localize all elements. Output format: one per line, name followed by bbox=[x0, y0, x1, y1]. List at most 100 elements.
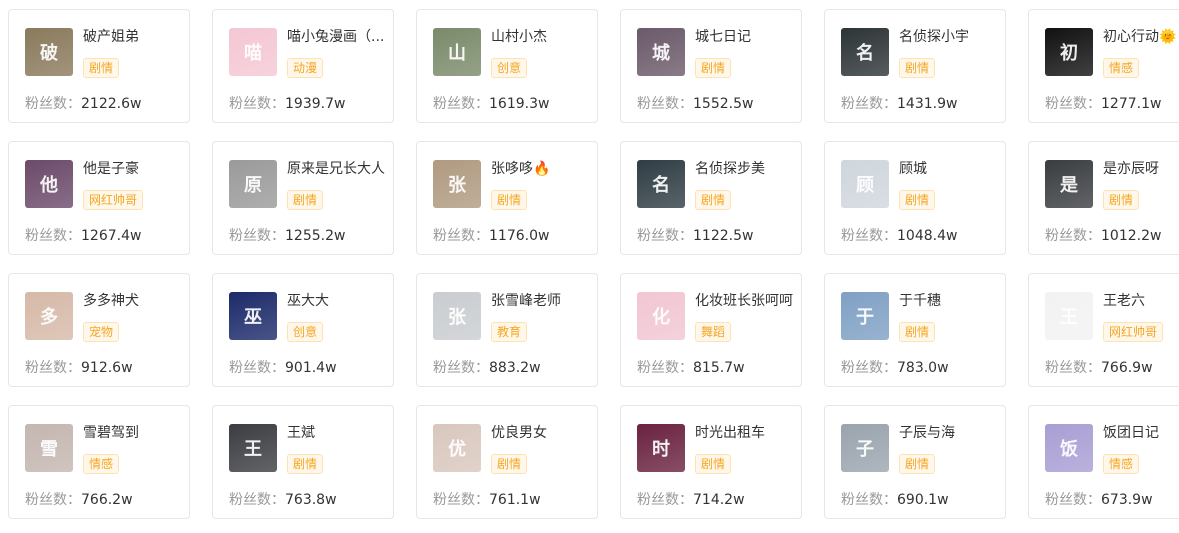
avatar-initial: 张 bbox=[448, 307, 466, 328]
man-photo-avatar[interactable]: 张 bbox=[433, 292, 481, 340]
man-photo-avatar[interactable]: 张 bbox=[433, 160, 481, 208]
influencer-name[interactable]: 顾城 bbox=[899, 160, 1003, 178]
influencer-card[interactable]: 城 城七日记 剧情 粉丝数：1552.5w bbox=[620, 9, 802, 123]
fan-count: 粉丝数：901.4w bbox=[229, 359, 337, 377]
influencer-name[interactable]: 巫大大 bbox=[287, 292, 391, 310]
influencer-name[interactable]: 名侦探步美 bbox=[695, 160, 799, 178]
influencer-card[interactable]: 名 名侦探小宇 剧情 粉丝数：1431.9w bbox=[824, 9, 1006, 123]
fan-count: 粉丝数：1255.2w bbox=[229, 227, 345, 245]
calligraphy-logo-avatar[interactable]: 初 bbox=[1045, 28, 1093, 76]
hooded-figure-avatar[interactable]: 名 bbox=[841, 28, 889, 76]
influencer-card[interactable]: 王 王斌 剧情 粉丝数：763.8w bbox=[212, 405, 394, 519]
category-tag: 剧情 bbox=[695, 454, 732, 474]
category-tag: 情感 bbox=[1103, 454, 1140, 474]
avatar-initial: 喵 bbox=[244, 43, 262, 64]
influencer-card[interactable]: 多 多多神犬 宠物 粉丝数：912.6w bbox=[8, 273, 190, 387]
mystic-figure-avatar[interactable]: 巫 bbox=[229, 292, 277, 340]
fan-count-value: 783.0w bbox=[897, 360, 949, 376]
influencer-name[interactable]: 雪碧驾到 bbox=[83, 424, 187, 442]
girl-photo-avatar[interactable]: 时 bbox=[637, 424, 685, 472]
cartoon-man-avatar[interactable]: 王 bbox=[1045, 292, 1093, 340]
influencer-name[interactable]: 子辰与海 bbox=[899, 424, 1003, 442]
influencer-name[interactable]: 喵小兔漫画（... bbox=[287, 28, 391, 46]
influencer-card[interactable]: 子 子辰与海 剧情 粉丝数：690.1w bbox=[824, 405, 1006, 519]
avatar-initial: 雪 bbox=[40, 439, 58, 460]
influencer-card[interactable]: 破 破产姐弟 剧情 粉丝数：2122.6w bbox=[8, 9, 190, 123]
fan-count-value: 1122.5w bbox=[693, 228, 754, 244]
influencer-card[interactable]: 他 他是子豪 网红帅哥 粉丝数：1267.4w bbox=[8, 141, 190, 255]
girl-with-dog-avatar[interactable]: 多 bbox=[25, 292, 73, 340]
influencer-name[interactable]: 山村小杰 bbox=[491, 28, 595, 46]
fan-count-value: 901.4w bbox=[285, 360, 337, 376]
influencer-card[interactable]: 喵 喵小兔漫画（... 动漫 粉丝数：1939.7w bbox=[212, 9, 394, 123]
influencer-name[interactable]: 优良男女 bbox=[491, 424, 595, 442]
influencer-card[interactable]: 原 原来是兄长大人 剧情 粉丝数：1255.2w bbox=[212, 141, 394, 255]
avatar-initial: 初 bbox=[1060, 43, 1078, 64]
fan-count-label: 粉丝数： bbox=[637, 492, 693, 508]
influencer-card[interactable]: 时 时光出租车剧情粉丝数：714.2w bbox=[620, 405, 802, 519]
influencer-name[interactable]: 王老六 bbox=[1103, 292, 1179, 310]
influencer-card[interactable]: 化 化妆班长张呵呵 舞蹈 粉丝数：815.7w bbox=[620, 273, 802, 387]
man-photo-avatar[interactable]: 顾 bbox=[841, 160, 889, 208]
influencer-card[interactable]: 顾 顾城 剧情 粉丝数：1048.4w bbox=[824, 141, 1006, 255]
influencer-name[interactable]: 名侦探小宇 bbox=[899, 28, 1003, 46]
group-photo-avatar[interactable]: 原 bbox=[229, 160, 277, 208]
influencer-name[interactable]: 破产姐弟 bbox=[83, 28, 187, 46]
category-tag: 剧情 bbox=[1103, 190, 1140, 210]
influencer-card[interactable]: 于 于千穗 剧情 粉丝数：783.0w bbox=[824, 273, 1006, 387]
girl-photo-avatar[interactable]: 化 bbox=[637, 292, 685, 340]
influencer-name[interactable]: 于千穗 bbox=[899, 292, 1003, 310]
influencer-card[interactable]: 巫 巫大大 创意 粉丝数：901.4w bbox=[212, 273, 394, 387]
fan-count-value: 1176.0w bbox=[489, 228, 550, 244]
fan-count: 粉丝数：783.0w bbox=[841, 359, 949, 377]
influencer-name[interactable]: 多多神犬 bbox=[83, 292, 187, 310]
couple-photo-avatar[interactable]: 优 bbox=[433, 424, 481, 472]
girl-photo-avatar[interactable]: 雪 bbox=[25, 424, 73, 472]
influencer-card[interactable]: 优 优良男女 剧情 粉丝数：761.1w bbox=[416, 405, 598, 519]
influencer-name[interactable]: 王斌 bbox=[287, 424, 391, 442]
category-tag: 情感 bbox=[83, 454, 120, 474]
man-photo-avatar[interactable]: 他 bbox=[25, 160, 73, 208]
influencer-card[interactable]: 张 张哆哆🔥 剧情 粉丝数：1176.0w bbox=[416, 141, 598, 255]
couple-photo-avatar[interactable]: 城 bbox=[637, 28, 685, 76]
influencer-card[interactable]: 王 王老六 网红帅哥 粉丝数：766.9w bbox=[1028, 273, 1179, 387]
influencer-card[interactable]: 山 山村小杰 创意 粉丝数：1619.3w bbox=[416, 9, 598, 123]
avatar-initial: 是 bbox=[1060, 175, 1078, 196]
fan-count-label: 粉丝数： bbox=[229, 228, 285, 244]
influencer-card[interactable]: 初 初心行动🌞 情感 粉丝数：1277.1w bbox=[1028, 9, 1179, 123]
influencer-card[interactable]: 名 名侦探步美 剧情 粉丝数：1122.5w bbox=[620, 141, 802, 255]
influencer-name[interactable]: 原来是兄长大人 bbox=[287, 160, 391, 178]
cartoon-girl-avatar[interactable]: 饭 bbox=[1045, 424, 1093, 472]
fan-count: 粉丝数：912.6w bbox=[25, 359, 133, 377]
fan-count: 粉丝数：761.1w bbox=[433, 491, 541, 509]
avatar-initial: 化 bbox=[652, 307, 670, 328]
man-photo-avatar[interactable]: 子 bbox=[841, 424, 889, 472]
influencer-name[interactable]: 饭团日记 bbox=[1103, 424, 1179, 442]
fan-count-label: 粉丝数： bbox=[25, 228, 81, 244]
cartoon-rabbits-avatar[interactable]: 喵 bbox=[229, 28, 277, 76]
person-outdoor-avatar[interactable]: 于 bbox=[841, 292, 889, 340]
influencer-name[interactable]: 化妆班长张呵呵 bbox=[695, 292, 799, 310]
influencer-name[interactable]: 城七日记 bbox=[695, 28, 799, 46]
influencer-card[interactable]: 是 是亦辰呀剧情粉丝数：1012.2w bbox=[1028, 141, 1179, 255]
man-photo-avatar[interactable]: 王 bbox=[229, 424, 277, 472]
category-tag: 创意 bbox=[491, 58, 528, 78]
influencer-card[interactable]: 饭 饭团日记 情感 粉丝数：673.9w bbox=[1028, 405, 1179, 519]
couple-photo-avatar[interactable]: 破 bbox=[25, 28, 73, 76]
influencer-name[interactable]: 张雪峰老师 bbox=[491, 292, 595, 310]
influencer-name[interactable]: 初心行动🌞 bbox=[1103, 28, 1179, 46]
fan-count-label: 粉丝数： bbox=[637, 96, 693, 112]
fan-count-value: 714.2w bbox=[693, 492, 745, 508]
man-photo-avatar[interactable]: 是 bbox=[1045, 160, 1093, 208]
man-outdoor-photo-avatar[interactable]: 山 bbox=[433, 28, 481, 76]
avatar-initial: 破 bbox=[40, 43, 58, 64]
girl-photo-avatar[interactable]: 名 bbox=[637, 160, 685, 208]
influencer-name[interactable]: 时光出租车 bbox=[695, 424, 799, 442]
influencer-name[interactable]: 他是子豪 bbox=[83, 160, 187, 178]
avatar-initial: 名 bbox=[652, 175, 670, 196]
influencer-card[interactable]: 张 张雪峰老师 教育 粉丝数：883.2w bbox=[416, 273, 598, 387]
influencer-card[interactable]: 雪 雪碧驾到 情感 粉丝数：766.2w bbox=[8, 405, 190, 519]
influencer-name[interactable]: 张哆哆🔥 bbox=[491, 160, 595, 178]
influencer-name[interactable]: 是亦辰呀 bbox=[1103, 160, 1179, 178]
fan-count: 粉丝数：1012.2w bbox=[1045, 227, 1161, 245]
